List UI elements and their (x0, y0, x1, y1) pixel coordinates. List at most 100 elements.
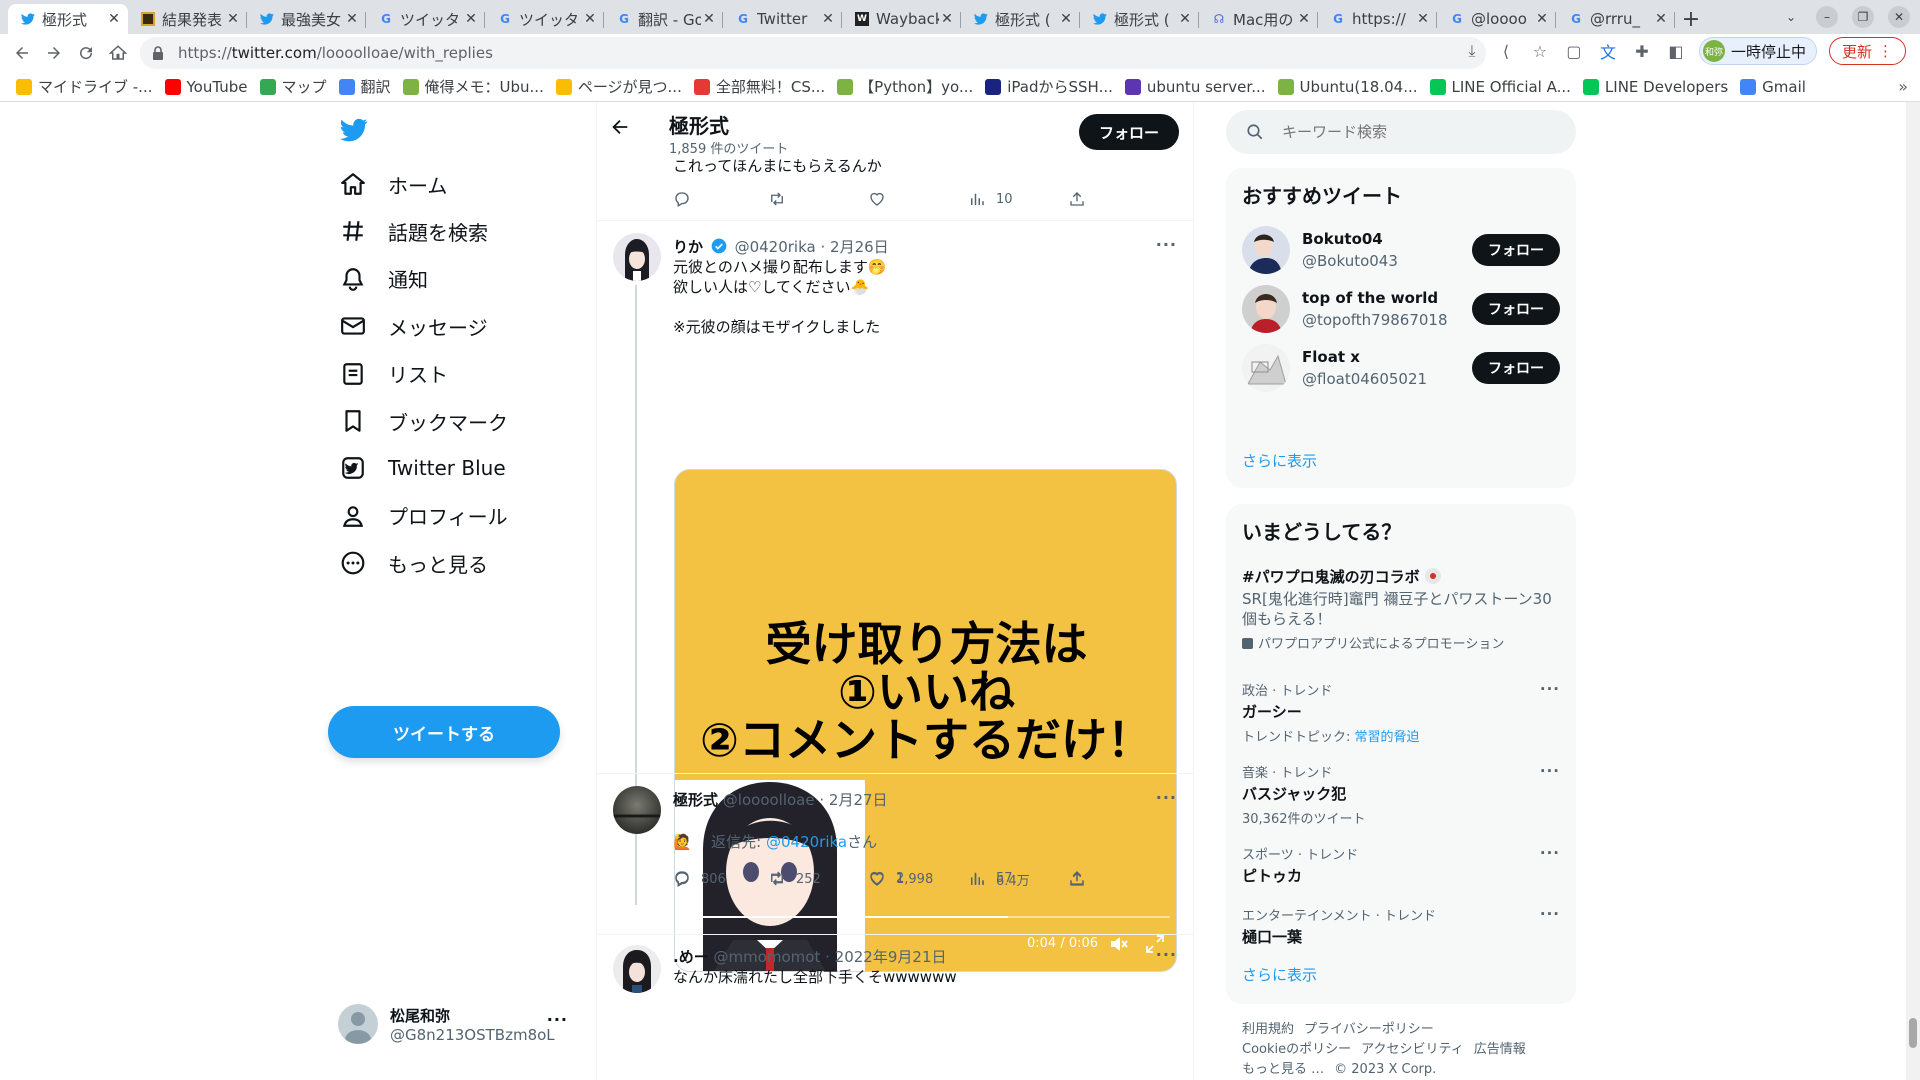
bookmark-item[interactable]: LINE Developers (1579, 74, 1736, 100)
share-icon[interactable]: ⟨ (1495, 40, 1517, 62)
suggestion-item[interactable]: Float x @float04605021 フォロー (1242, 344, 1560, 394)
trend-more-icon[interactable]: ··· (1540, 844, 1560, 862)
show-more-link[interactable]: さらに表示 (1242, 964, 1317, 985)
tweet-date[interactable]: · 2月27日 (819, 791, 887, 809)
page-scrollbar[interactable] (1906, 102, 1920, 1080)
nav-item[interactable]: ホーム (340, 162, 447, 206)
reload-icon[interactable] (70, 37, 102, 69)
nav-item[interactable]: リスト (340, 352, 448, 396)
tab-close-icon[interactable]: ✕ (820, 11, 836, 27)
tab-close-icon[interactable]: ✕ (344, 11, 360, 27)
tab-close-icon[interactable]: ✕ (701, 11, 717, 27)
nav-item[interactable]: Twitter Blue (340, 446, 506, 490)
tab-close-icon[interactable]: ✕ (939, 11, 955, 27)
side-panel-icon[interactable]: ◧ (1665, 40, 1687, 62)
minimize-icon[interactable]: – (1816, 6, 1838, 28)
nav-item[interactable]: メッセージ (340, 304, 488, 348)
tab-close-icon[interactable]: ✕ (1653, 11, 1669, 27)
tweet[interactable]: .めー @mmomomot · 2022年9月21日 ··· なんか床濡れたし全… (597, 935, 1193, 1080)
share-button[interactable] (1068, 189, 1096, 209)
suggestion-follow-button[interactable]: フォロー (1472, 234, 1560, 266)
trend-item[interactable]: スポーツ · トレンド ピトゥカ ··· (1242, 844, 1560, 886)
bookmark-item[interactable]: ページが見つ... (552, 74, 690, 100)
browser-tab[interactable]: G @rrru_ ✕ (1556, 4, 1675, 34)
browser-tab[interactable]: 極形式 ✕ (8, 4, 128, 34)
bookmark-item[interactable]: ubuntu server... (1121, 74, 1274, 100)
views-button[interactable]: 10 (968, 189, 1013, 209)
footer-link[interactable]: プライバシーポリシー (1304, 1022, 1434, 1037)
footer-link[interactable]: 広告情報 (1474, 1042, 1526, 1057)
promoted-trend[interactable]: #パワプロ鬼滅の刃コラボ SR[鬼化進行時]竈門 禰豆子とパワストーン30個もら… (1242, 566, 1560, 652)
browser-tab[interactable]: G Twitter ✕ (723, 4, 842, 34)
footer-link[interactable]: Cookieのポリシー (1242, 1042, 1351, 1057)
tweet-author-name[interactable]: 極形式 (673, 791, 718, 809)
bookmark-item[interactable]: Ubuntu(18.04... (1274, 74, 1426, 100)
suggestion-item[interactable]: top of the world @topofth79867018 フォロー (1242, 285, 1560, 335)
footer-link[interactable]: 利用規約 (1242, 1022, 1294, 1037)
search-input[interactable] (1282, 123, 1542, 141)
reply-button[interactable] (673, 868, 701, 888)
bookmark-item[interactable]: 翻訳 (335, 74, 399, 100)
profile-paused-button[interactable]: 和弥 一時停止中 (1698, 37, 1817, 65)
forward-arrow-icon[interactable] (38, 37, 70, 69)
browser-tab[interactable]: ☊ Mac用の ✕ (1199, 4, 1318, 34)
trend-item[interactable]: 音楽 · トレンド バスジャック犯 30,362件のツイート ··· (1242, 762, 1560, 827)
home-browser-icon[interactable] (102, 37, 134, 69)
tweet-date[interactable]: · 2022年9月21日 (825, 948, 946, 966)
extension-chat-icon[interactable]: ▢ (1563, 40, 1585, 62)
browser-tab[interactable]: G ツイッタ ✕ (366, 4, 485, 34)
tweet[interactable]: 極形式 @loooolloae · 2月27日 ··· 返信先: @0420ri… (597, 774, 1193, 892)
bookmark-item[interactable]: マップ (256, 74, 335, 100)
browser-tab[interactable]: 極形式 (✕ (961, 4, 1080, 34)
tweet-date[interactable]: · 2月26日 (820, 238, 888, 256)
reply-button[interactable] (673, 189, 701, 209)
tweet-more-icon[interactable]: ··· (1156, 945, 1177, 964)
nav-item[interactable]: 通知 (340, 257, 428, 301)
update-button[interactable]: 更新 ⋮ (1828, 37, 1906, 65)
like-button[interactable]: 2 (868, 868, 904, 888)
tweet-avatar[interactable] (613, 233, 661, 281)
views-button[interactable]: 57 (968, 868, 1013, 888)
footer-link[interactable]: もっと見る … (1242, 1062, 1324, 1077)
tab-close-icon[interactable]: ✕ (582, 11, 598, 27)
tweet-video[interactable]: 受け取り方法は ①いいね ②コメントするだけ！ 0:04 / 0:06 (674, 469, 1177, 972)
browser-tab[interactable]: G @loooo ✕ (1437, 4, 1556, 34)
nav-item[interactable]: 話題を検索 (340, 209, 488, 253)
browser-tab[interactable]: W Wayback ✕ (842, 4, 961, 34)
lock-icon[interactable] (152, 46, 168, 60)
tab-search-icon[interactable]: ⌄ (1780, 6, 1802, 28)
tab-close-icon[interactable]: ✕ (225, 11, 241, 27)
tab-close-icon[interactable]: ✕ (106, 11, 122, 27)
search-box[interactable] (1226, 110, 1576, 154)
tweet-author-handle[interactable]: @mmomomot (713, 948, 820, 966)
suggestion-follow-button[interactable]: フォロー (1472, 293, 1560, 325)
bookmark-item[interactable]: LINE Official A... (1426, 74, 1579, 100)
tab-close-icon[interactable]: ✕ (1177, 11, 1193, 27)
tweet-button[interactable]: ツイートする (328, 706, 560, 758)
retweet-button[interactable] (768, 868, 796, 888)
trend-more-icon[interactable]: ··· (1540, 762, 1560, 780)
star-icon[interactable]: ☆ (1529, 40, 1551, 62)
nav-item[interactable]: ブックマーク (340, 399, 508, 443)
tweet-more-icon[interactable]: ··· (1156, 235, 1177, 254)
tab-close-icon[interactable]: ✕ (1415, 11, 1431, 27)
trend-item[interactable]: エンターテインメント · トレンド 樋口一葉 ··· (1242, 905, 1560, 947)
bookmark-item[interactable]: マイドライブ -... (12, 74, 161, 100)
browser-tab[interactable]: 最強美女 ✕ (247, 4, 366, 34)
account-switcher[interactable]: 松尾和弥 @G8n213OSTBzm8oL ··· (338, 998, 578, 1050)
tweet-author-handle[interactable]: @0420rika (735, 238, 816, 256)
suggestion-item[interactable]: Bokuto04 @Bokuto043 フォロー (1242, 226, 1560, 276)
bookmark-item[interactable]: 全部無料！CS... (690, 74, 833, 100)
back-arrow-icon[interactable] (607, 114, 633, 140)
tab-close-icon[interactable]: ✕ (463, 11, 479, 27)
trend-more-icon[interactable]: ··· (1540, 680, 1560, 698)
footer-link[interactable]: © 2023 X Corp. (1334, 1062, 1436, 1077)
browser-tab[interactable]: 結果発表 ✕ (128, 4, 247, 34)
show-more-link[interactable]: さらに表示 (1242, 450, 1317, 471)
tweet-more-icon[interactable]: ··· (1156, 788, 1177, 807)
video-progress-bar[interactable] (683, 916, 1170, 918)
bookmark-item[interactable]: Gmail (1736, 74, 1814, 100)
translate-icon[interactable]: 文 (1597, 40, 1619, 62)
reply-to-link[interactable]: @0420rika (766, 833, 847, 851)
browser-tab[interactable]: Ghttps:// ✕ (1318, 4, 1437, 34)
